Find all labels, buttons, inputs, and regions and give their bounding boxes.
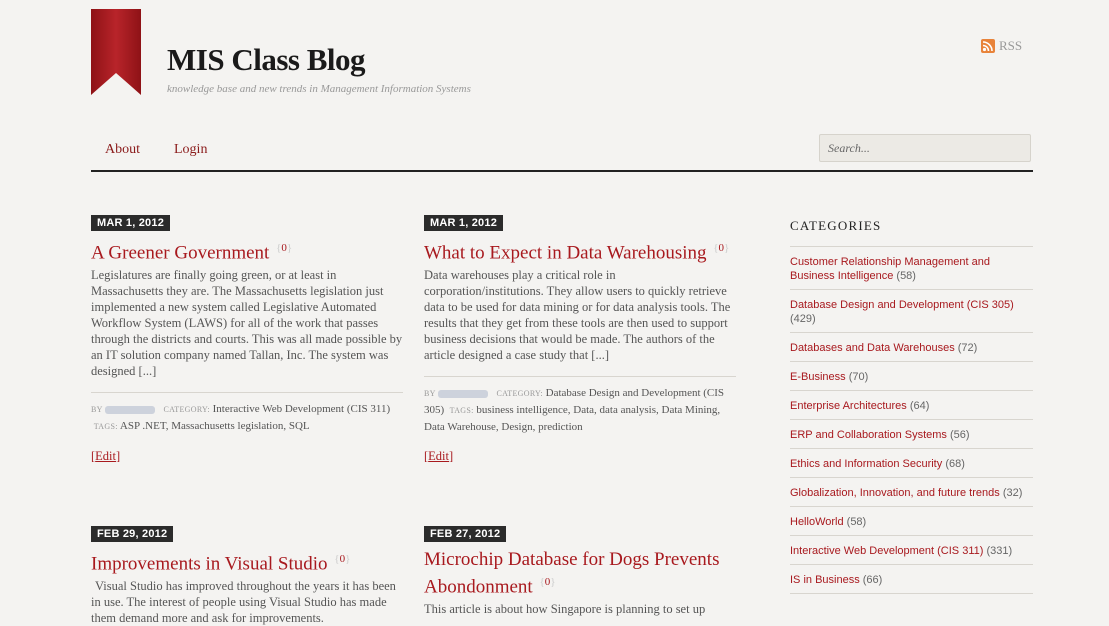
post-title-link[interactable]: Microchip Database for Dogs Prevents Abo… <box>424 549 719 597</box>
post-title-wrap: A Greener Government {0} <box>91 237 403 264</box>
category-count: (58) <box>896 270 916 282</box>
author-name-redacted[interactable] <box>104 405 155 414</box>
post-meta: BY CATEGORY: Database Design and Develop… <box>424 376 736 435</box>
category-link[interactable]: Enterprise Architectures <box>790 400 907 412</box>
category-item[interactable]: HelloWorld (58) <box>790 507 1033 536</box>
post-title-link[interactable]: A Greener Government <box>91 242 269 263</box>
category-count: (68) <box>945 458 965 470</box>
rss-label: RSS <box>999 38 1023 53</box>
by-label: BY <box>424 389 436 399</box>
category-link[interactable]: Database Design and Development (CIS 305… <box>790 299 1014 311</box>
rss-icon <box>981 39 995 53</box>
category-link[interactable]: Databases and Data Warehouses <box>790 342 955 354</box>
header-divider <box>91 170 1033 172</box>
category-count: (66) <box>862 574 883 586</box>
post: MAR 1, 2012 What to Expect in Data Wareh… <box>424 213 736 464</box>
search-input[interactable]: Search... <box>819 134 1031 162</box>
category-item[interactable]: Customer Relationship Management and Bus… <box>790 247 1033 290</box>
post-title-link[interactable]: What to Expect in Data Warehousing <box>424 242 707 263</box>
tags-label: TAGS: <box>93 422 118 432</box>
category-item[interactable]: Globalization, Innovation, and future tr… <box>790 478 1033 507</box>
site-title[interactable]: MIS Class Blog <box>167 42 365 78</box>
category-label: CATEGORY: <box>163 405 210 415</box>
category-count: (64) <box>909 400 930 412</box>
category-count: (32) <box>1002 487 1023 499</box>
post-excerpt: Visual Studio has improved throughout th… <box>91 579 396 626</box>
category-link[interactable]: Customer Relationship Management and Bus… <box>790 256 990 282</box>
edit-link[interactable]: [Edit] <box>91 449 403 464</box>
rss-link[interactable]: RSS <box>981 38 1022 54</box>
category-item[interactable]: Database Design and Development (CIS 305… <box>790 290 1033 333</box>
category-label: CATEGORY: <box>496 389 543 399</box>
category-link[interactable]: Interactive Web Development (CIS 311) <box>790 545 983 557</box>
category-link[interactable]: ERP and Collaboration Systems <box>790 429 947 441</box>
sidebar-title: CATEGORIES <box>790 218 1033 247</box>
comment-count[interactable]: {0} <box>334 553 350 565</box>
sidebar-categories: CATEGORIES Customer Relationship Managem… <box>790 218 1033 594</box>
post-excerpt: This article is about how Singapore is p… <box>424 602 706 617</box>
author-name-redacted[interactable] <box>437 389 488 398</box>
post-excerpt: Data warehouses play a critical role in … <box>424 268 731 363</box>
category-item[interactable]: Ethics and Information Security (68) <box>790 449 1033 478</box>
edit-link[interactable]: [Edit] <box>424 449 736 464</box>
comment-count[interactable]: {0} <box>713 242 729 254</box>
category-count: (56) <box>950 429 970 441</box>
by-label: BY <box>91 405 103 415</box>
category-link[interactable]: Globalization, Innovation, and future tr… <box>790 487 1000 499</box>
post-category-link[interactable]: Interactive Web Development (CIS 311) <box>213 403 391 415</box>
post: MAR 1, 2012 A Greener Government {0} Leg… <box>91 213 403 464</box>
post-excerpt: Legislatures are finally going green, or… <box>91 268 403 379</box>
post-tags[interactable]: ASP .NET, Massachusetts legislation, SQL <box>120 420 310 432</box>
tags-label: TAGS: <box>449 406 474 416</box>
nav-login[interactable]: Login <box>174 142 207 158</box>
category-item[interactable]: E-Business (70) <box>790 362 1033 391</box>
nav-about[interactable]: About <box>105 142 140 158</box>
category-count: (72) <box>957 342 978 354</box>
ribbon-bookmark-icon <box>91 9 141 95</box>
post: FEB 27, 2012 Microchip Database for Dogs… <box>424 524 736 617</box>
category-count: (58) <box>846 516 867 528</box>
category-item[interactable]: Interactive Web Development (CIS 311) (3… <box>790 536 1033 565</box>
category-item[interactable]: Databases and Data Warehouses (72) <box>790 333 1033 362</box>
category-count: (70) <box>848 371 869 383</box>
site-tagline: knowledge base and new trends in Managem… <box>167 83 471 95</box>
post-title-wrap: Microchip Database for Dogs Prevents Abo… <box>424 548 736 598</box>
comment-count[interactable]: {0} <box>539 576 555 588</box>
category-count: (429) <box>790 313 816 325</box>
category-item[interactable]: IS in Business (66) <box>790 565 1033 594</box>
category-count: (331) <box>986 545 1013 557</box>
search-placeholder: Search... <box>828 140 870 155</box>
post-date: MAR 1, 2012 <box>91 215 171 231</box>
category-item[interactable]: ERP and Collaboration Systems (56) <box>790 420 1033 449</box>
category-link[interactable]: Ethics and Information Security <box>790 458 942 470</box>
category-link[interactable]: HelloWorld <box>790 516 844 528</box>
post-date: FEB 29, 2012 <box>91 526 174 542</box>
main-nav: About Login <box>105 142 207 158</box>
category-item[interactable]: Enterprise Architectures (64) <box>790 391 1033 420</box>
post-date: MAR 1, 2012 <box>424 215 504 231</box>
category-link[interactable]: IS in Business <box>790 574 860 586</box>
post-meta: BY CATEGORY: Interactive Web Development… <box>91 392 403 435</box>
comment-count[interactable]: {0} <box>276 242 292 254</box>
post-title-link[interactable]: Improvements in Visual Studio <box>91 553 328 574</box>
post-date: FEB 27, 2012 <box>424 526 507 542</box>
category-link[interactable]: E-Business <box>790 371 846 383</box>
post-title-wrap: Improvements in Visual Studio {0} <box>91 548 403 575</box>
post: FEB 29, 2012 Improvements in Visual Stud… <box>91 524 403 626</box>
post-title-wrap: What to Expect in Data Warehousing {0} <box>424 237 736 264</box>
